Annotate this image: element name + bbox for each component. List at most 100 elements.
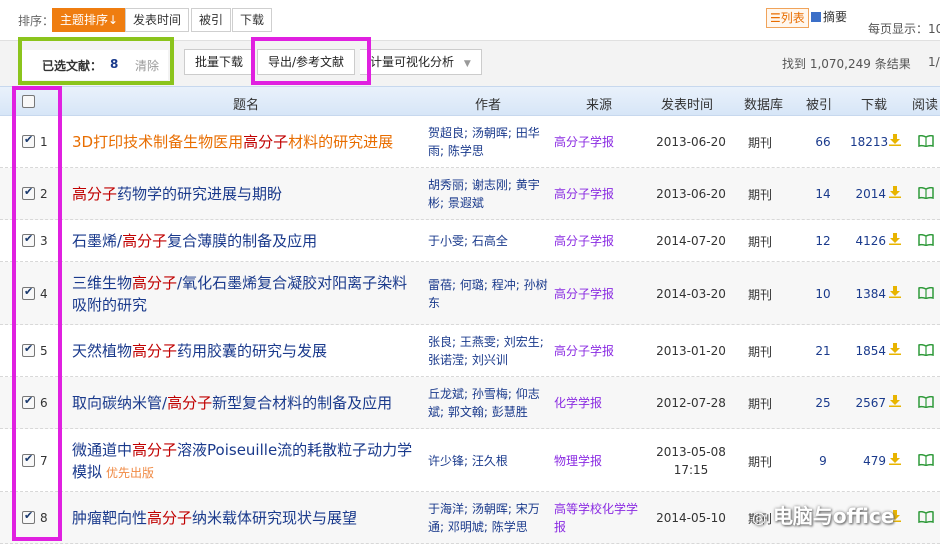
result-count: 找到 1,070,249 条结果 xyxy=(782,57,911,71)
read-book-icon[interactable] xyxy=(918,396,934,408)
article-title-link[interactable]: 微通道中高分子溶液Poiseuille流的耗散粒子动力学模拟 优先出版 xyxy=(72,439,417,484)
source-journal-link[interactable]: 高分子学报 xyxy=(554,285,649,303)
read-book-icon[interactable] xyxy=(918,511,934,523)
publish-date: 2014-03-20 xyxy=(656,286,726,301)
citation-count-link[interactable]: 66 xyxy=(808,135,838,149)
title-text: 复合薄膜的制备及应用 xyxy=(167,232,318,250)
export-references-button[interactable]: 导出/参考文献 xyxy=(257,49,356,75)
source-journal-link[interactable]: 高分子学报 xyxy=(554,232,649,250)
citation-count-link[interactable]: 25 xyxy=(808,396,838,410)
header-source[interactable]: 来源 xyxy=(586,94,612,113)
sort-by-citation-button[interactable]: 被引 xyxy=(191,8,232,32)
authors[interactable]: 丘龙斌; 孙雪梅; 仰志斌; 郭文翰; 彭慧胜 xyxy=(428,385,548,421)
authors[interactable]: 许少锋; 汪久根 xyxy=(428,452,548,470)
selected-count: 8 xyxy=(110,57,119,71)
read-book-icon[interactable] xyxy=(918,234,934,246)
sort-label: 排序： xyxy=(18,14,55,28)
row-checkbox[interactable] xyxy=(22,394,35,409)
citation-count-link[interactable]: 21 xyxy=(808,344,838,358)
view-abstract-button[interactable]: 摘要 xyxy=(808,8,850,28)
article-title-link[interactable]: 三维生物高分子/氧化石墨烯复合凝胶对阳离子染料吸附的研究 xyxy=(72,272,417,316)
source-journal-link[interactable]: 高等学校化学学报 xyxy=(554,500,649,536)
authors[interactable]: 于小雯; 石高全 xyxy=(428,232,548,250)
sort-bar: 排序： 主题排序↓ 发表时间 被引 下载 ☰列表 摘要 每页显示：10 xyxy=(0,0,940,40)
header-author[interactable]: 作者 xyxy=(475,94,501,113)
row-number: 4 xyxy=(40,286,48,301)
row-checkbox[interactable] xyxy=(22,232,35,247)
select-all-checkbox[interactable] xyxy=(22,95,35,108)
download-icon[interactable] xyxy=(889,233,901,245)
table-header: 题名 作者 来源 发表时间 数据库 被引 下载 阅读 xyxy=(0,86,940,116)
page-indicator: 1/ xyxy=(928,55,940,69)
download-icon[interactable] xyxy=(889,343,901,355)
title-text: 天然植物 xyxy=(72,342,133,360)
download-icon[interactable] xyxy=(889,452,901,465)
header-date[interactable]: 发表时间 xyxy=(661,94,713,113)
read-book-icon[interactable] xyxy=(918,453,934,466)
header-read[interactable]: 阅读 xyxy=(912,94,938,113)
row-checkbox[interactable] xyxy=(22,342,35,357)
selected-label: 已选文献： xyxy=(42,59,103,73)
read-book-icon[interactable] xyxy=(918,344,934,356)
article-title-link[interactable]: 石墨烯/高分子复合薄膜的制备及应用 xyxy=(72,230,417,252)
title-text: 石墨烯/ xyxy=(72,232,123,250)
source-journal-link[interactable]: 高分子学报 xyxy=(554,342,649,360)
title-text: 肿瘤靶向性 xyxy=(72,509,148,527)
batch-download-button[interactable]: 批量下载 xyxy=(184,49,255,75)
header-downloads[interactable]: 下载 xyxy=(861,94,887,113)
download-icon[interactable] xyxy=(889,285,901,298)
read-book-icon[interactable] xyxy=(918,135,934,147)
article-title-link[interactable]: 肿瘤靶向性高分子纳米载体研究现状与展望 xyxy=(72,507,417,529)
keyword-highlight: 高分子 xyxy=(243,133,289,151)
table-row: 7 微通道中高分子溶液Poiseuille流的耗散粒子动力学模拟优先出版许少锋; … xyxy=(0,429,940,492)
sort-by-download-button[interactable]: 下载 xyxy=(232,8,273,32)
header-database[interactable]: 数据库 xyxy=(744,94,783,113)
authors[interactable]: 于海洋; 汤朝晖; 宋万通; 邓明虓; 陈学思 xyxy=(428,500,548,536)
abstract-icon xyxy=(811,12,821,22)
arrow-down-icon: ↓ xyxy=(108,13,119,27)
article-title-link[interactable]: 3D打印技术制备生物医用高分子材料的研究进展 xyxy=(72,131,417,153)
header-title[interactable]: 题名 xyxy=(233,94,259,113)
row-number: 8 xyxy=(40,511,48,525)
visual-analysis-dropdown[interactable]: 计量可视化分析 ▼ xyxy=(360,49,482,75)
article-title-link[interactable]: 高分子药物学的研究进展与期盼 xyxy=(72,183,417,205)
article-title-link[interactable]: 天然植物高分子药用胶囊的研究与发展 xyxy=(72,340,417,362)
citation-count-link[interactable]: 10 xyxy=(808,287,838,301)
header-citations[interactable]: 被引 xyxy=(806,94,832,113)
download-icon[interactable] xyxy=(889,134,901,146)
sort-by-date-button[interactable]: 发表时间 xyxy=(125,8,190,32)
view-list-button[interactable]: ☰列表 xyxy=(766,8,809,28)
priority-publish-badge: 优先出版 xyxy=(106,465,155,480)
download-count: 2567 xyxy=(855,396,886,410)
source-journal-link[interactable]: 化学学报 xyxy=(554,394,649,412)
row-checkbox[interactable] xyxy=(22,285,35,300)
wechat-icon: ◎ xyxy=(752,508,766,527)
article-title-link[interactable]: 取向碳纳米管/高分子新型复合材料的制备及应用 xyxy=(72,392,417,414)
citation-count-link[interactable]: 12 xyxy=(808,234,838,248)
authors[interactable]: 胡秀丽; 谢志刚; 黄宇彬; 景遐斌 xyxy=(428,176,548,212)
authors[interactable]: 张良; 王燕雯; 刘宏生; 张诺滢; 刘兴训 xyxy=(428,333,548,369)
row-checkbox[interactable] xyxy=(22,509,35,524)
citation-count-link[interactable]: 9 xyxy=(808,454,838,468)
authors[interactable]: 雷蓓; 何璐; 程冲; 孙树东 xyxy=(428,276,548,312)
download-count: 2014 xyxy=(855,187,886,201)
sort-by-topic-button[interactable]: 主题排序↓ xyxy=(52,8,127,32)
citation-count-link[interactable]: 14 xyxy=(808,187,838,201)
keyword-highlight: 高分子 xyxy=(147,509,193,527)
source-journal-link[interactable]: 高分子学报 xyxy=(554,185,649,203)
source-journal-link[interactable]: 高分子学报 xyxy=(554,133,649,151)
download-icon[interactable] xyxy=(889,186,901,198)
download-icon[interactable] xyxy=(889,395,901,407)
download-count: 479 xyxy=(863,453,886,468)
row-checkbox[interactable] xyxy=(22,133,35,148)
publish-date: 2013-01-20 xyxy=(656,344,726,358)
authors[interactable]: 贺超良; 汤朝晖; 田华雨; 陈学思 xyxy=(428,124,548,160)
row-checkbox[interactable] xyxy=(22,185,35,200)
read-book-icon[interactable] xyxy=(918,286,934,299)
database-type: 期刊 xyxy=(748,188,773,202)
read-book-icon[interactable] xyxy=(918,187,934,199)
clear-button[interactable]: 清除 xyxy=(135,57,159,74)
watermark: ◎ 电脑与office xyxy=(752,500,894,529)
row-checkbox[interactable] xyxy=(22,452,35,467)
source-journal-link[interactable]: 物理学报 xyxy=(554,452,649,470)
